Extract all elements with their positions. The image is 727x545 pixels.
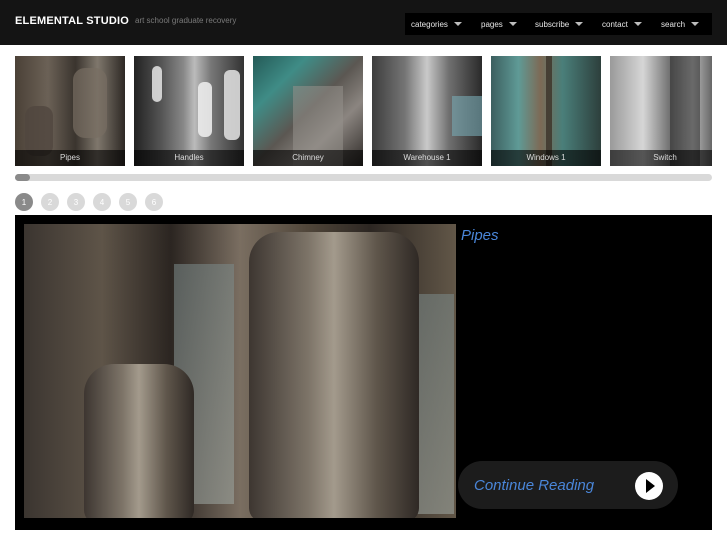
nav-item-label: subscribe	[535, 19, 570, 29]
thumbnail-windows-1[interactable]: Windows 1	[491, 56, 601, 166]
page-dot-2[interactable]: 2	[41, 193, 59, 211]
scrollbar-handle[interactable]	[15, 174, 30, 181]
nav-item-contact[interactable]: contact	[596, 13, 655, 35]
chevron-down-icon	[691, 22, 700, 26]
chevron-down-icon	[575, 22, 584, 26]
thumbnail-chimney[interactable]: Chimney	[253, 56, 363, 166]
nav-item-categories[interactable]: categories	[405, 13, 475, 35]
site-tagline: art school graduate recovery	[135, 16, 237, 25]
thumbnail-caption: Chimney	[253, 150, 363, 166]
nav-item-label: pages	[481, 19, 503, 29]
thumbnail-caption: Switch	[610, 150, 712, 166]
nav-item-search[interactable]: search	[655, 13, 712, 35]
nav-item-pages[interactable]: pages	[475, 13, 529, 35]
pipe-cylinder	[84, 364, 194, 518]
thumbnail-pipes[interactable]: Pipes	[15, 56, 125, 166]
continue-reading-label: Continue Reading	[474, 476, 595, 494]
pagination: 1 2 3 4 5 6	[15, 193, 163, 211]
thumbnail-handles[interactable]: Handles	[134, 56, 244, 166]
chevron-down-icon	[453, 22, 462, 26]
page-dot-4[interactable]: 4	[93, 193, 111, 211]
featured-image[interactable]	[24, 224, 456, 518]
thumbnail-caption: Pipes	[15, 150, 125, 166]
nav-item-label: contact	[602, 19, 628, 29]
continue-reading-button[interactable]: Continue Reading	[458, 461, 678, 509]
featured-title[interactable]: Pipes	[461, 227, 499, 244]
thumbnail-warehouse-1[interactable]: Warehouse 1	[372, 56, 482, 166]
page-dot-1[interactable]: 1	[15, 193, 33, 211]
chevron-down-icon	[633, 22, 642, 26]
page-dot-3[interactable]: 3	[67, 193, 85, 211]
nav-item-label: search	[661, 19, 686, 29]
thumbnail-switch[interactable]: Switch	[610, 56, 712, 166]
play-icon	[635, 472, 663, 500]
main-nav: categories pages subscribe contact searc…	[405, 13, 712, 35]
site-title[interactable]: ELEMENTAL STUDIO	[15, 15, 129, 27]
page-dot-5[interactable]: 5	[119, 193, 137, 211]
thumbnail-scrollbar[interactable]	[15, 174, 712, 181]
chevron-down-icon	[508, 22, 517, 26]
nav-item-subscribe[interactable]: subscribe	[529, 13, 596, 35]
nav-item-label: categories	[411, 19, 448, 29]
pipe-cylinder	[249, 232, 419, 518]
thumbnail-caption: Handles	[134, 150, 244, 166]
thumbnail-caption: Windows 1	[491, 150, 601, 166]
page-dot-6[interactable]: 6	[145, 193, 163, 211]
site-header: ELEMENTAL STUDIO art school graduate rec…	[0, 0, 727, 45]
thumbnail-caption: Warehouse 1	[372, 150, 482, 166]
thumbnail-carousel: Pipes Handles Chimney Warehouse 1 Window…	[15, 56, 712, 166]
window-panel	[414, 294, 454, 514]
featured-post: Pipes Continue Reading	[15, 215, 712, 530]
